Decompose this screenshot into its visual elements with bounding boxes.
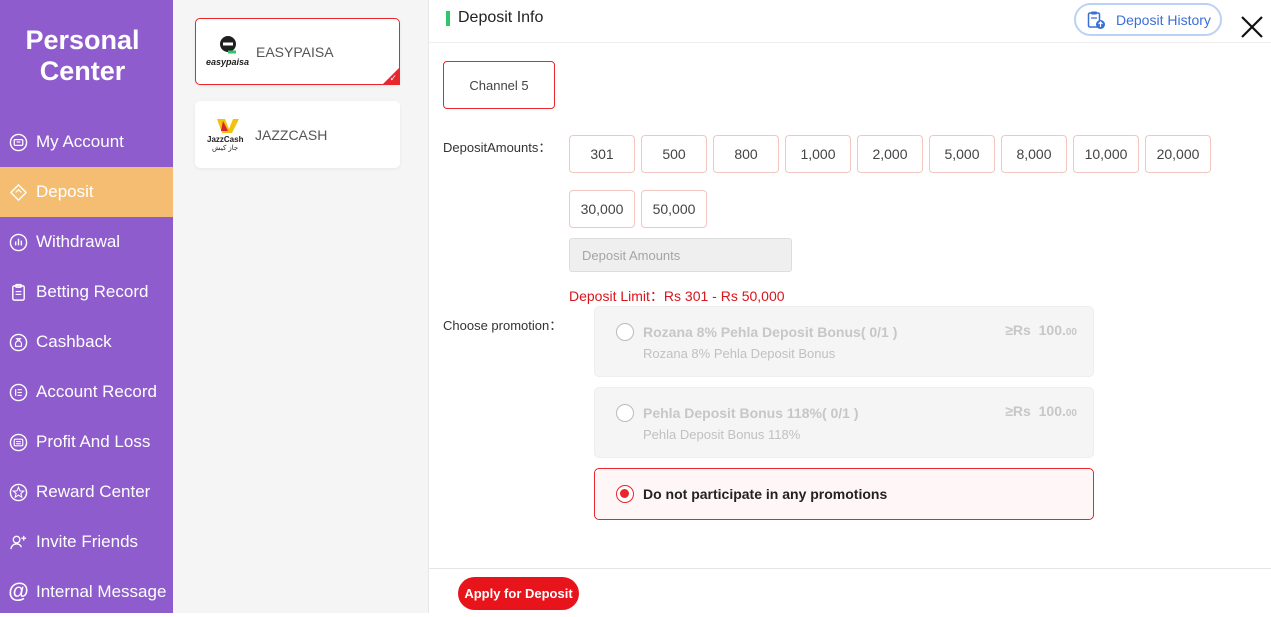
amount-option[interactable]: 301 <box>569 135 635 173</box>
easypaisa-logo-text: easypaisa <box>206 56 250 67</box>
amount-option[interactable]: 5,000 <box>929 135 995 173</box>
invite-user-icon <box>9 533 28 552</box>
promotion-amount-decimal: 00 <box>1065 327 1077 338</box>
deposit-history-button[interactable]: Deposit History <box>1074 3 1222 36</box>
deposit-amount-input[interactable] <box>569 238 792 272</box>
sidebar-title-line1: Personal <box>25 25 140 55</box>
amount-option[interactable]: 1,000 <box>785 135 851 173</box>
amount-option[interactable]: 8,000 <box>1001 135 1067 173</box>
payment-channel-list: easypaisa EASYPAISA ✓ JazzCash جاز کیش J… <box>173 0 429 613</box>
jazzcash-logo: JazzCash جاز کیش <box>207 115 247 155</box>
amount-option[interactable]: 500 <box>641 135 707 173</box>
amount-option[interactable]: 2,000 <box>857 135 923 173</box>
choose-promotion-label: Choose promotion： <box>443 318 563 333</box>
sidebar-item-cashback[interactable]: Cashback <box>0 317 173 367</box>
sidebar-item-profit-and-loss[interactable]: Profit And Loss <box>0 417 173 467</box>
promotion-title: Rozana 8% Pehla Deposit Bonus( 0/1 ) <box>643 324 898 340</box>
list-icon <box>9 383 28 402</box>
promotion-amount: 100. <box>1038 403 1066 419</box>
amount-option[interactable]: 20,000 <box>1145 135 1211 173</box>
sidebar-item-deposit[interactable]: Deposit <box>0 167 173 217</box>
sidebar-item-invite-friends[interactable]: Invite Friends <box>0 517 173 567</box>
promotion-min-amount: ≥Rs 100.00 <box>1005 403 1077 419</box>
channel-name: JAZZCASH <box>255 126 328 143</box>
sidebar-item-label: Internal Message <box>36 582 167 601</box>
deposit-header: Deposit Info Deposit History <box>429 0 1271 43</box>
clipboard-icon <box>9 283 28 302</box>
promotion-option[interactable]: Rozana 8% Pehla Deposit Bonus( 0/1 ) Roz… <box>594 306 1094 377</box>
channel-card-jazzcash[interactable]: JazzCash جاز کیش JAZZCASH <box>195 101 400 168</box>
promotion-none-label: Do not participate in any promotions <box>643 486 888 502</box>
jazzcash-logo-subtext: جاز کیش <box>212 144 239 152</box>
account-icon <box>9 133 28 152</box>
sidebar-item-betting-record[interactable]: Betting Record <box>0 267 173 317</box>
sidebar-item-label: My Account <box>36 132 124 151</box>
channel-tab[interactable]: Channel 5 <box>443 61 555 109</box>
sidebar-item-reward-center[interactable]: Reward Center <box>0 467 173 517</box>
check-icon: ✓ <box>389 73 397 83</box>
sidebar-item-my-account[interactable]: My Account <box>0 117 173 167</box>
amount-option[interactable]: 30,000 <box>569 190 635 228</box>
history-clipboard-icon <box>1087 11 1105 29</box>
sidebar-item-label: Deposit <box>36 182 94 201</box>
channel-name: EASYPAISA <box>256 43 334 60</box>
radio-selected[interactable] <box>616 485 634 503</box>
sidebar-item-withdrawal[interactable]: Withdrawal <box>0 217 173 267</box>
deposit-amounts-label: DepositAmounts： <box>443 140 552 155</box>
amount-option[interactable]: 800 <box>713 135 779 173</box>
sidebar-item-label: Invite Friends <box>36 532 139 551</box>
sidebar-item-label: Reward Center <box>36 482 151 501</box>
profit-icon <box>9 433 28 452</box>
deposit-icon <box>9 183 28 202</box>
sidebar-item-label: Profit And Loss <box>36 432 151 451</box>
jazzcash-logo-text: JazzCash <box>207 134 244 144</box>
promotion-amount-decimal: 00 <box>1065 408 1077 419</box>
close-button[interactable] <box>1241 16 1263 38</box>
close-icon <box>1241 16 1263 38</box>
promotion-option-none[interactable]: Do not participate in any promotions <box>594 468 1094 520</box>
sidebar-title: Personal Center <box>0 25 165 87</box>
promotion-amount: 100. <box>1038 322 1066 338</box>
sidebar: Personal Center My Account Deposit Withd… <box>0 0 173 613</box>
promotion-min-amount: ≥Rs 100.00 <box>1005 322 1077 338</box>
deposit-history-label: Deposit History <box>1116 11 1211 28</box>
star-icon <box>9 483 28 502</box>
promotion-option[interactable]: Pehla Deposit Bonus 118%( 0/1 ) Pehla De… <box>594 387 1094 458</box>
deposit-limit-text: Deposit Limit：Rs 301 - Rs 50,000 <box>569 288 785 304</box>
easypaisa-logo: easypaisa <box>206 32 250 72</box>
page-title: Deposit Info <box>458 9 544 26</box>
sidebar-nav: My Account Deposit Withdrawal Betting Re… <box>0 117 173 617</box>
promotion-amount-prefix: ≥Rs <box>1005 403 1031 419</box>
apply-for-deposit-button[interactable]: Apply for Deposit <box>458 577 579 610</box>
promotion-amount-prefix: ≥Rs <box>1005 322 1031 338</box>
amount-option[interactable]: 10,000 <box>1073 135 1139 173</box>
channel-card-easypaisa[interactable]: easypaisa EASYPAISA ✓ <box>195 18 400 85</box>
promotion-subtitle: Pehla Deposit Bonus 118% <box>643 427 801 442</box>
promotion-subtitle: Rozana 8% Pehla Deposit Bonus <box>643 346 836 361</box>
amount-option[interactable]: 50,000 <box>641 190 707 228</box>
sidebar-title-line2: Center <box>39 56 126 86</box>
promotion-title: Pehla Deposit Bonus 118%( 0/1 ) <box>643 405 859 421</box>
at-icon: @ <box>8 580 29 603</box>
sidebar-item-account-record[interactable]: Account Record <box>0 367 173 417</box>
withdrawal-icon <box>9 233 28 252</box>
sidebar-item-label: Account Record <box>36 382 157 401</box>
sidebar-item-label: Cashback <box>36 332 112 351</box>
money-bag-icon <box>9 333 28 352</box>
footer-divider <box>429 568 1271 569</box>
sidebar-item-label: Betting Record <box>36 282 149 301</box>
deposit-panel: Deposit Info Deposit History Channel 5 D… <box>429 0 1271 613</box>
header-accent-bar <box>446 11 450 26</box>
radio-unselected[interactable] <box>616 323 634 341</box>
radio-unselected[interactable] <box>616 404 634 422</box>
sidebar-item-label: Withdrawal <box>36 232 121 251</box>
sidebar-item-internal-message[interactable]: @ Internal Message <box>0 567 173 617</box>
